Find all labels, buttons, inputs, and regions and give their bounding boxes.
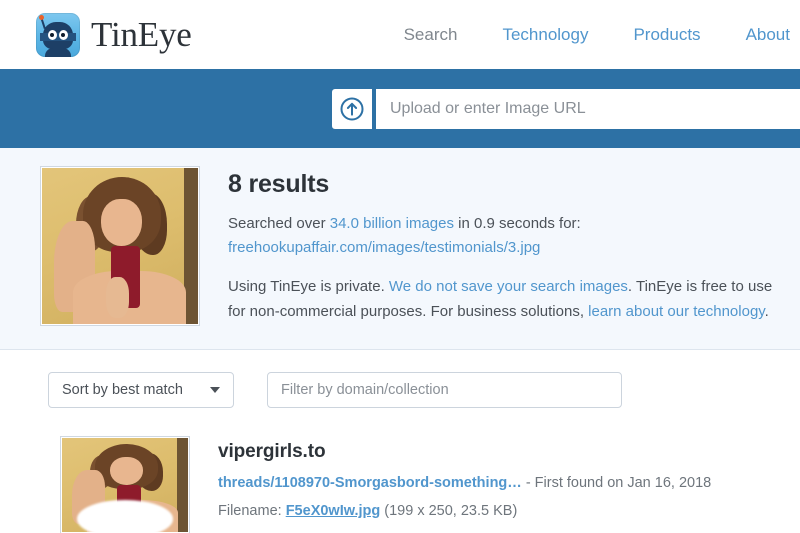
summary-text-block: 8 results Searched over 34.0 billion ima… [228, 166, 773, 329]
results-list: vipergirls.to threads/1108970-Smorgasbor… [0, 424, 800, 533]
chevron-down-icon [210, 387, 220, 393]
tineye-ninja-logo-icon [36, 12, 80, 57]
nav-item-search[interactable]: Search [404, 25, 458, 45]
search-banner [0, 69, 800, 148]
query-url-link[interactable]: freehookupaffair.com/images/testimonials… [228, 239, 540, 256]
result-filename-line: Filename: F5eX0wIw.jpg (199 x 250, 23.5 … [218, 503, 711, 519]
query-image-selfie [42, 168, 198, 324]
index-size-link[interactable]: 34.0 billion images [330, 215, 454, 232]
filter-bar: Sort by best match [0, 350, 800, 424]
nav-item-products[interactable]: Products [633, 25, 700, 45]
result-first-found: - First found on Jan 16, 2018 [521, 475, 712, 491]
results-count: 8 results [228, 170, 330, 198]
search-summary: 8 results Searched over 34.0 billion ima… [0, 148, 800, 350]
result-meta-line: threads/1108970-Smorgasbord-something… -… [218, 475, 711, 491]
privacy-text-part1: Using TinEye is private. [228, 278, 389, 296]
result-image-thumbnail[interactable] [60, 436, 190, 533]
searched-prefix: Searched over [228, 215, 330, 232]
upload-circle-arrow-icon [340, 97, 364, 120]
filename-label: Filename: [218, 503, 286, 519]
sort-dropdown[interactable]: Sort by best match [48, 372, 234, 408]
result-row: vipergirls.to threads/1108970-Smorgasbor… [60, 436, 780, 533]
result-filename-link[interactable]: F5eX0wIw.jpg [286, 503, 381, 519]
brand-logo-link[interactable]: TinEye [36, 12, 192, 57]
nav-item-technology[interactable]: Technology [502, 25, 588, 45]
sort-dropdown-label: Sort by best match [62, 382, 183, 398]
result-image-selfie-censored [62, 438, 188, 532]
result-file-meta: (199 x 250, 23.5 KB) [380, 503, 518, 519]
site-header: TinEye Search Technology Products About [0, 0, 800, 69]
main-nav: Search Technology Products About [404, 25, 800, 45]
query-image-thumbnail[interactable] [40, 166, 200, 326]
search-stats-line: Searched over 34.0 billion images in 0.9… [228, 212, 773, 236]
privacy-text-part3: . [764, 302, 769, 320]
upload-image-button[interactable] [332, 88, 372, 129]
nav-item-about[interactable]: About [746, 25, 790, 45]
privacy-notice: Using TinEye is private. We do not save … [228, 275, 773, 324]
domain-filter-input[interactable] [267, 372, 622, 408]
brand-name: TinEye [91, 15, 192, 54]
privacy-policy-link[interactable]: We do not save your search images [389, 278, 628, 295]
image-url-input[interactable] [372, 88, 800, 129]
technology-link[interactable]: learn about our technology [588, 303, 765, 320]
result-domain: vipergirls.to [218, 441, 326, 462]
searched-suffix: in 0.9 seconds for: [453, 215, 581, 232]
result-page-link[interactable]: threads/1108970-Smorgasbord-something… [218, 475, 522, 491]
result-info: vipergirls.to threads/1108970-Smorgasbor… [218, 436, 711, 519]
